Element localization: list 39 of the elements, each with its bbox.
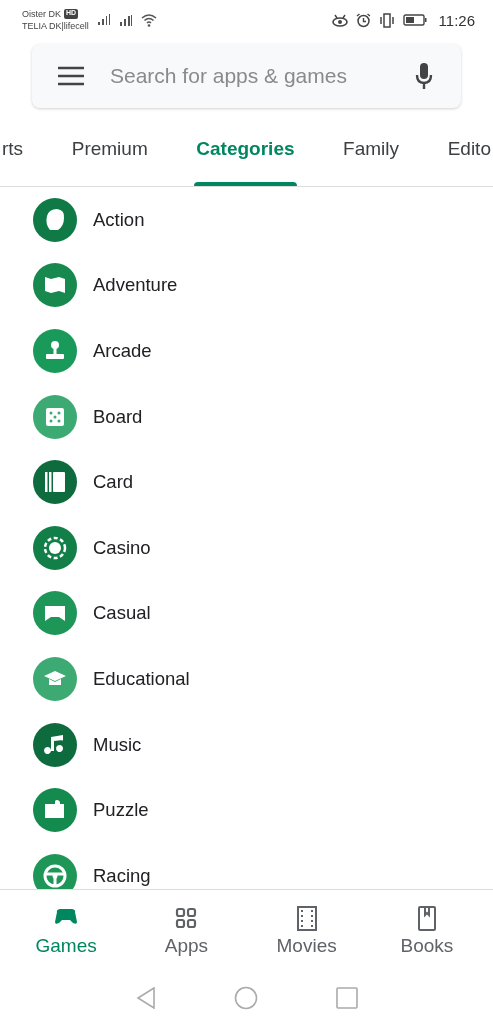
category-label[interactable]: Puzzle: [93, 799, 149, 822]
category-label[interactable]: Adventure: [93, 274, 178, 297]
category-label[interactable]: Card: [93, 471, 134, 494]
category-tab[interactable]: Premium: [69, 112, 150, 186]
category-tab[interactable]: Edito: [445, 112, 493, 186]
vibrate-icon: [378, 12, 395, 28]
nav-tab[interactable]: Movies: [256, 905, 357, 957]
nav-tab[interactable]: Books: [376, 905, 477, 957]
category-label[interactable]: Casual: [93, 602, 151, 625]
clock-time: 11:26: [438, 11, 475, 29]
nav-tab[interactable]: Games: [16, 905, 117, 957]
search-field[interactable]: Search for apps & games: [108, 63, 391, 89]
category-label[interactable]: Educational: [93, 667, 190, 690]
eye-icon: [331, 13, 348, 27]
alarm-icon: [355, 12, 371, 28]
category-tab[interactable]: Family: [341, 112, 402, 186]
carrier-name: Oister DK: [22, 9, 61, 19]
category-tab[interactable]: rts: [0, 112, 26, 186]
search-bar[interactable]: Search for apps & games: [32, 44, 461, 108]
recents-icon[interactable]: [335, 987, 358, 1009]
carrier-name: TELIA DK|lifecell: [22, 21, 89, 31]
menu-icon[interactable]: [58, 66, 84, 86]
category-label[interactable]: Arcade: [93, 340, 152, 362]
category-label[interactable]: Action: [93, 208, 145, 231]
back-icon[interactable]: [135, 987, 156, 1009]
category-label[interactable]: Board: [93, 405, 143, 428]
category-label[interactable]: Music: [93, 733, 142, 756]
grid-icon: [174, 905, 199, 931]
signal-icon: [96, 14, 111, 26]
battery-icon: [402, 14, 427, 26]
nav-tab[interactable]: Apps: [136, 905, 237, 957]
signal-icon: [118, 13, 133, 27]
category-label[interactable]: Casino: [93, 536, 151, 559]
film-icon: [294, 905, 319, 931]
home-icon[interactable]: [233, 986, 258, 1010]
category-label[interactable]: Racing: [93, 864, 151, 887]
wifi-icon: [140, 13, 157, 27]
category-tab[interactable]: Categories: [194, 112, 297, 186]
microphone-icon[interactable]: [415, 62, 433, 90]
